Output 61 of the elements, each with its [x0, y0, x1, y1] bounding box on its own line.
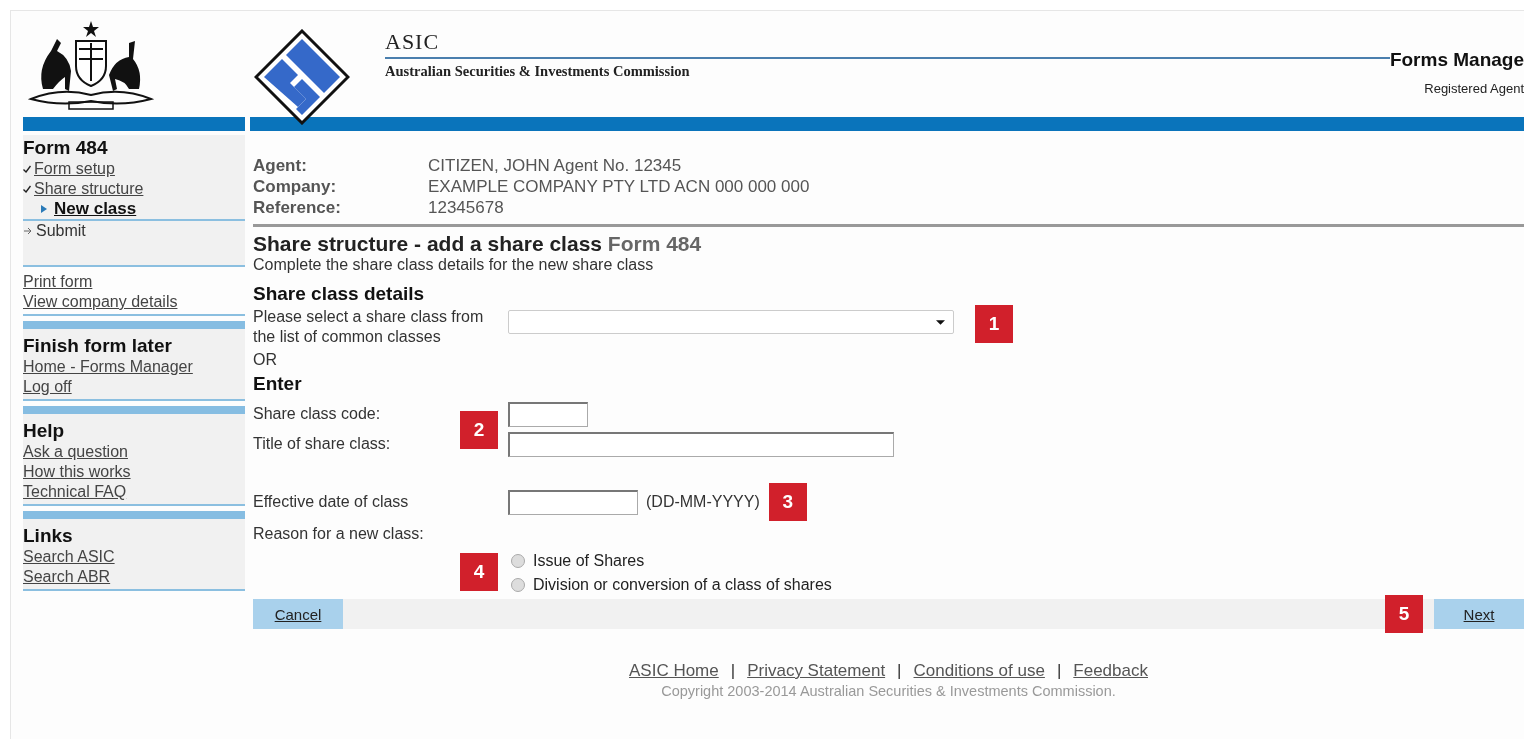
detail-label: Agent:: [253, 155, 308, 176]
section-title: Help: [23, 420, 66, 442]
sidebar-link[interactable]: Technical FAQ: [23, 482, 127, 502]
detail-value: 12345678: [428, 197, 505, 218]
callout-badge: 5: [1385, 595, 1423, 633]
field-label: Please select a share class from the list of common classes: [253, 307, 485, 347]
sidebar-link[interactable]: Print form: [23, 272, 93, 292]
form-label: Form 484: [607, 232, 702, 255]
share-class-code-field[interactable]: [508, 401, 588, 427]
detail-label: Reference:: [253, 197, 342, 218]
field-label: Share class code:: [253, 405, 382, 423]
product-subtitle: Registered Agent: [1424, 81, 1524, 96]
radio-label: Division or conversion of a class of shares: [533, 575, 832, 595]
section-title: Finish form later: [23, 335, 173, 357]
detail-label: Company:: [253, 176, 338, 197]
callout-badge: 1: [975, 305, 1013, 343]
detail-value: CITIZEN, JOHN Agent No. 12345: [428, 155, 683, 176]
copyright-text: Copyright 2003-2014 Australian Securities & Investments Commission.: [661, 683, 1116, 699]
sidebar-link[interactable]: Search ASIC: [23, 547, 115, 567]
footer-link[interactable]: Privacy Statement: [747, 661, 886, 681]
radio-button[interactable]: [511, 554, 525, 568]
date-format-hint: (DD-MM-YYYY): [646, 493, 760, 511]
sidebar-link[interactable]: Ask a question: [23, 442, 128, 462]
intro-text: Complete the share class details for the new share class: [253, 256, 655, 274]
page-title: Share structure - add a share class: [253, 232, 602, 255]
section-heading: Share class details: [253, 283, 426, 305]
detail-value: EXAMPLE COMPANY PTY LTD ACN 000 000 000: [428, 176, 811, 197]
callout-badge: 3: [768, 483, 807, 521]
commission-name: Australian Securities & Investments Commission: [385, 63, 691, 80]
sidebar-link[interactable]: View company details: [23, 292, 178, 312]
field-label: Title of share class:: [253, 435, 392, 453]
separator-text: |: [730, 661, 736, 681]
step-link[interactable]: Share structure: [34, 179, 144, 199]
footer-link[interactable]: ASIC Home: [629, 661, 719, 681]
enter-heading: Enter: [253, 373, 303, 395]
step-label: Submit: [36, 221, 86, 241]
section-title: Links: [23, 525, 74, 547]
radio-label: Issue of Shares: [533, 551, 645, 571]
triangle-icon: [41, 205, 47, 213]
sidebar-link[interactable]: Log off: [23, 377, 72, 397]
next-button[interactable]: Next: [1434, 599, 1524, 629]
separator-text: |: [897, 661, 902, 681]
step-link[interactable]: New class: [54, 199, 137, 219]
or-text: OR: [253, 350, 278, 370]
separator-text: |: [1056, 661, 1062, 681]
cancel-button[interactable]: Cancel: [253, 599, 343, 629]
callout-badge: 2: [460, 411, 498, 449]
step-link[interactable]: Form setup: [34, 159, 115, 179]
sidebar-link[interactable]: How this works: [23, 462, 131, 482]
share-class-title-field[interactable]: [508, 431, 894, 457]
footer-link[interactable]: Conditions of use: [913, 661, 1045, 681]
sidebar-link[interactable]: Search ABR: [23, 567, 111, 587]
radio-button[interactable]: [511, 578, 525, 592]
date-field[interactable]: [508, 489, 638, 515]
footer-link[interactable]: Feedback: [1073, 661, 1148, 681]
sidebar-link[interactable]: Home - Forms Manager: [23, 357, 193, 377]
callout-badge: 4: [460, 553, 498, 591]
caret-icon: [936, 319, 945, 325]
field-label: Reason for a new class:: [253, 524, 425, 544]
field-label: Effective date of class: [253, 493, 410, 511]
form-title: Form 484: [23, 137, 109, 159]
